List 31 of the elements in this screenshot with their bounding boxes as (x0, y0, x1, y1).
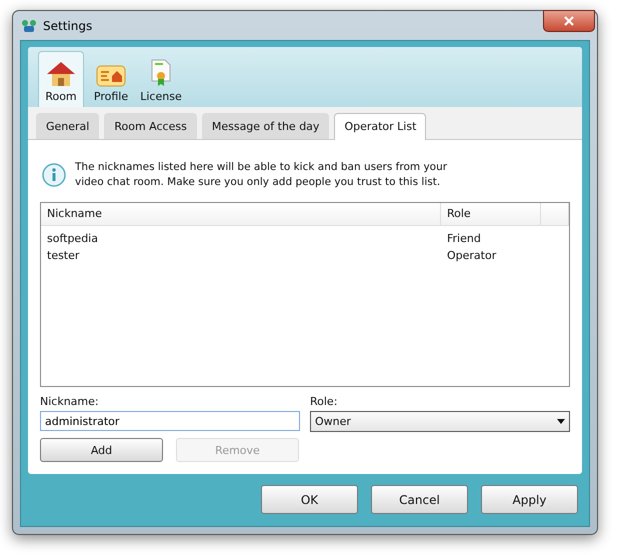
role-label: Role: (310, 395, 338, 408)
tab[interactable]: Message of the day (202, 113, 330, 139)
dialog-button[interactable]: Apply (481, 485, 578, 514)
nickname-field[interactable]: administrator (40, 411, 300, 431)
table-cell-text: softpedia (46, 232, 99, 245)
tab[interactable]: General (36, 113, 100, 139)
dialog-button[interactable]: OK (261, 485, 358, 514)
role-dropdown[interactable]: Owner (310, 411, 570, 432)
close-icon (564, 16, 574, 26)
nickname-label: Nickname: (40, 395, 100, 408)
info-text: The nicknames listed here will be able to kick and ban users from your video chat room. Make sure you only add people you trust to this list. (75, 160, 448, 190)
dropdown-arrow-icon (557, 419, 565, 424)
certificate-icon (150, 59, 172, 87)
app-icon (21, 18, 37, 33)
column-header[interactable]: Nickname (41, 203, 441, 225)
tab[interactable]: Operator List (334, 113, 426, 140)
column-header[interactable]: Role (441, 203, 541, 225)
close-button[interactable] (543, 10, 595, 32)
dialog-button[interactable]: Cancel (371, 485, 468, 514)
tab[interactable]: Room Access (104, 113, 197, 139)
table-cell-text: Operator (446, 249, 498, 262)
table-cell-text: Friend (446, 232, 482, 245)
list-button[interactable]: Add (40, 438, 163, 462)
table-cell-text: tester (46, 249, 80, 262)
category-tab[interactable]: License (138, 51, 184, 107)
category-tab[interactable]: Profile (88, 51, 134, 107)
window-title: Settings (43, 18, 92, 32)
profile-card-icon (96, 65, 126, 87)
category-tab[interactable]: Room (38, 51, 84, 107)
info-icon (42, 163, 66, 187)
house-icon (46, 61, 76, 87)
